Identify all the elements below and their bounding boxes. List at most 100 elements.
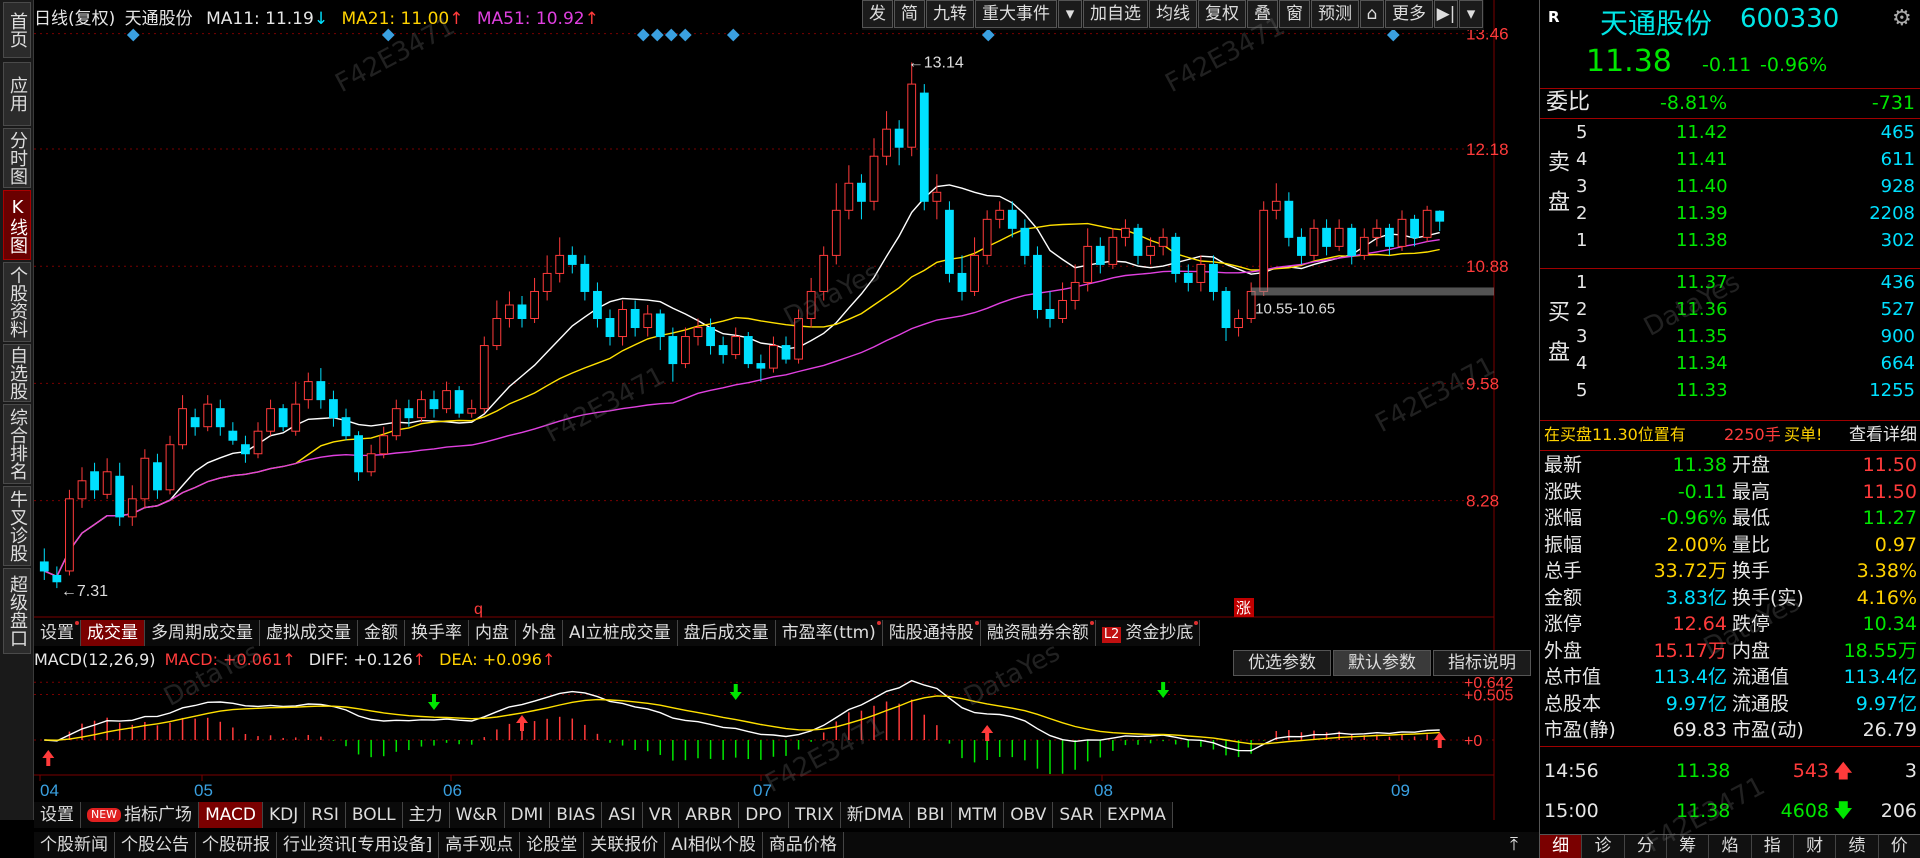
ind_tabs-tab-7[interactable]: W&R xyxy=(449,802,505,828)
left-nav-item-7[interactable]: 牛叉诊股 xyxy=(3,486,31,566)
news_tabs-tab-5[interactable]: 论股堂 xyxy=(520,832,585,858)
chart-period[interactable]: 日线(复权) xyxy=(34,9,115,29)
candle[interactable] xyxy=(919,84,929,211)
quote-tab-1[interactable]: 诊 xyxy=(1582,835,1625,858)
vol_tabs-tab-0[interactable]: 设置 xyxy=(34,620,81,646)
candle[interactable] xyxy=(140,449,150,508)
bid-row[interactable]: 2 11.36 527 xyxy=(1540,297,1920,323)
news_tabs-tab-2[interactable]: 个股研报 xyxy=(196,832,277,858)
ind_tabs-tab-18[interactable]: OBV xyxy=(1004,802,1054,828)
news_tabs-tab-6[interactable]: 关联报价 xyxy=(584,832,666,858)
vol_tabs-tab-2[interactable]: 多周期成交量 xyxy=(145,620,260,646)
toolbar-btn-14[interactable]: ▾ xyxy=(1459,0,1483,28)
news_tabs-tab-8[interactable]: 商品价格 xyxy=(762,832,844,858)
news_tabs-tab-7[interactable]: AI相似个股 xyxy=(665,832,763,858)
ind_tabs-tab-2[interactable]: MACD xyxy=(199,802,264,828)
bid-row[interactable]: 3 11.35 900 xyxy=(1540,324,1920,350)
toolbar-btn-9[interactable]: 窗 xyxy=(1279,0,1310,28)
toolbar-btn-12[interactable]: 更多 xyxy=(1385,0,1433,28)
quote-tab-8[interactable]: 价 xyxy=(1879,835,1920,858)
ind_tabs-tab-8[interactable]: DMI xyxy=(504,802,551,828)
toolbar-btn-0[interactable]: 发 xyxy=(862,0,893,28)
ind_tabs-tab-11[interactable]: VR xyxy=(642,802,680,828)
ind_tabs-tab-5[interactable]: BOLL xyxy=(345,802,403,828)
toolbar-btn-10[interactable]: 预测 xyxy=(1311,0,1359,28)
vol_tabs-tab-1[interactable]: 成交量 xyxy=(81,620,145,646)
left-nav-item-6[interactable]: 综合排名 xyxy=(3,404,31,484)
toolbar-btn-6[interactable]: 均线 xyxy=(1149,0,1197,28)
quote-tab-6[interactable]: 财 xyxy=(1794,835,1837,858)
signal-marker-zhang[interactable]: 涨 xyxy=(1234,598,1254,617)
left-nav-item-3[interactable]: K线图 xyxy=(3,190,31,260)
toolbar-btn-3[interactable]: 重大事件 xyxy=(975,0,1057,28)
vol_tabs-tab-12[interactable]: 融资融券余额 xyxy=(980,620,1096,646)
order-notice[interactable]: 在买盘11.30位置有 2250手 买单! 查看详细 xyxy=(1540,422,1920,448)
ind_tabs-tab-10[interactable]: ASI xyxy=(602,802,643,828)
ind_tabs-tab-4[interactable]: RSI xyxy=(305,802,346,828)
kline-chart[interactable]: 13.4612.1810.889.588.2810.55-10.65←13.14… xyxy=(34,0,1539,858)
candle[interactable] xyxy=(454,386,464,418)
news_tabs-tab-4[interactable]: 高手观点 xyxy=(439,832,521,858)
candle[interactable] xyxy=(479,336,489,414)
candle[interactable] xyxy=(165,435,175,495)
toolbar-btn-13[interactable]: ▶| xyxy=(1434,0,1458,28)
signal-marker-q[interactable]: q xyxy=(474,601,483,618)
toolbar-btn-2[interactable]: 九转 xyxy=(926,0,974,28)
ind_tabs-tab-0[interactable]: 设置 xyxy=(34,802,81,828)
bid-row[interactable]: 4 11.34 664 xyxy=(1540,351,1920,377)
bid-row[interactable]: 1 11.37 436 xyxy=(1540,270,1920,296)
ind_tabs-tab-12[interactable]: ARBR xyxy=(679,802,740,828)
left-nav-item-8[interactable]: 超级盘口 xyxy=(3,568,31,654)
vol_tabs-tab-10[interactable]: 市盈率(ttm) xyxy=(775,620,883,646)
quote-tab-0[interactable]: 细 xyxy=(1540,835,1583,858)
toolbar-btn-8[interactable]: 叠 xyxy=(1247,0,1278,28)
ind_tabs-tab-13[interactable]: DPO xyxy=(739,802,789,828)
quote-tab-5[interactable]: 指 xyxy=(1752,835,1794,858)
quote-tab-3[interactable]: 筹 xyxy=(1667,835,1710,858)
candle[interactable] xyxy=(1422,205,1432,242)
toolbar-btn-11[interactable]: ⌂ xyxy=(1360,0,1384,28)
toolbar-btn-4[interactable]: ▾ xyxy=(1058,0,1082,28)
ind_tabs-tab-3[interactable]: KDJ xyxy=(263,802,306,828)
left-nav-item-0[interactable]: 首页 xyxy=(3,2,31,58)
vol_tabs-tab-6[interactable]: 内盘 xyxy=(469,620,516,646)
news_tabs-tab-0[interactable]: 个股新闻 xyxy=(34,832,115,858)
news_tabs-tab-1[interactable]: 个股公告 xyxy=(115,832,196,858)
ind_tabs-tab-19[interactable]: SAR xyxy=(1053,802,1101,828)
ind_tabs-tab-1[interactable]: NEW 指标广场 xyxy=(81,802,200,828)
ask-row[interactable]: 1 11.38 302 xyxy=(1540,228,1920,254)
candle[interactable] xyxy=(65,489,74,576)
toolbar-btn-7[interactable]: 复权 xyxy=(1198,0,1246,28)
candle[interactable] xyxy=(278,404,288,432)
quote-tab-2[interactable]: 分 xyxy=(1625,835,1667,858)
ask-row[interactable]: 5 11.42 465 xyxy=(1540,120,1920,146)
vol_tabs-tab-8[interactable]: AI立桩成交量 xyxy=(563,620,678,646)
toolbar-btn-1[interactable]: 简 xyxy=(894,0,925,28)
left-nav-item-4[interactable]: 个股资料 xyxy=(3,262,31,342)
candle[interactable] xyxy=(743,332,753,369)
vol_tabs-tab-7[interactable]: 外盘 xyxy=(516,620,563,646)
candle[interactable] xyxy=(1033,246,1042,319)
macd-param-tab-2[interactable]: 指标说明 xyxy=(1433,650,1531,676)
ask-row[interactable]: 3 11.40 928 xyxy=(1540,174,1920,200)
macd-param-tab-1[interactable]: 默认参数 xyxy=(1333,650,1431,676)
vol_tabs-tab-9[interactable]: 盘后成交量 xyxy=(677,620,776,646)
vol_tabs-tab-5[interactable]: 换手率 xyxy=(405,620,469,646)
vol_tabs-tab-3[interactable]: 虚拟成交量 xyxy=(260,620,358,646)
vol_tabs-tab-11[interactable]: 陆股通持股 xyxy=(882,620,981,646)
toolbar-btn-5[interactable]: 加自选 xyxy=(1083,0,1148,28)
ind_tabs-tab-17[interactable]: MTM xyxy=(951,802,1005,828)
ind_tabs-tab-16[interactable]: BBI xyxy=(910,802,952,828)
candle[interactable] xyxy=(1259,201,1269,296)
notice-detail-link[interactable]: 查看详细 xyxy=(1849,422,1917,448)
left-nav-item-2[interactable]: 分时图 xyxy=(3,128,31,188)
scroll-top-icon[interactable]: ⤒ xyxy=(1503,834,1525,856)
quote-tab-7[interactable]: 绩 xyxy=(1836,835,1879,858)
quote-tab-4[interactable]: 焰 xyxy=(1709,835,1752,858)
ind_tabs-tab-15[interactable]: 新DMA xyxy=(840,802,911,828)
left-nav-item-5[interactable]: 自选股 xyxy=(3,344,31,402)
ind_tabs-tab-9[interactable]: BIAS xyxy=(550,802,603,828)
ind_tabs-tab-20[interactable]: EXPMA xyxy=(1100,802,1173,828)
vol_tabs-tab-4[interactable]: 金额 xyxy=(358,620,405,646)
news_tabs-tab-3[interactable]: 行业资讯[专用设备] xyxy=(277,832,440,858)
